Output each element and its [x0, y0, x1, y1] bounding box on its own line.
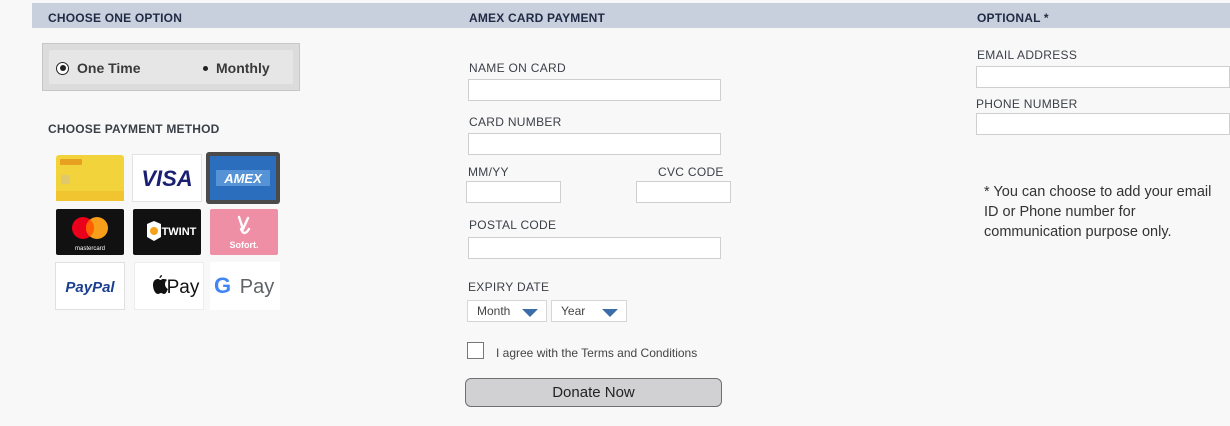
payment-option-visa[interactable]: VISA: [132, 154, 202, 202]
donate-now-button[interactable]: Donate Now: [465, 378, 722, 407]
postal-code-input[interactable]: [468, 237, 721, 259]
svg-text:VISA: VISA: [141, 166, 192, 191]
choose-option-heading: CHOOSE ONE OPTION: [48, 11, 183, 25]
visa-icon: VISA: [141, 166, 192, 191]
name-on-card-label: NAME ON CARD: [469, 61, 566, 75]
amex-icon: AMEX: [210, 156, 276, 200]
monthly-label: Monthly: [216, 60, 270, 76]
payment-method-grid: VISA AMEX mastercard TWINT Sofort. PayPa…: [55, 150, 285, 322]
one-time-radio[interactable]: One Time: [56, 60, 141, 76]
terms-checkbox[interactable]: [467, 342, 484, 359]
optional-heading: OPTIONAL *: [977, 11, 1049, 25]
year-select-value: Year: [561, 304, 586, 318]
payment-option-amex[interactable]: AMEX: [206, 152, 280, 204]
optional-note: * You can choose to add your email ID or…: [984, 184, 1212, 240]
svg-text:TWINT: TWINT: [162, 226, 197, 238]
card-number-input[interactable]: [468, 133, 721, 155]
year-select[interactable]: Year: [551, 300, 627, 322]
month-select-value: Month: [477, 304, 511, 318]
expiry-date-label: EXPIRY DATE: [468, 280, 550, 294]
email-input[interactable]: [976, 66, 1230, 88]
svg-text:Sofort.: Sofort.: [230, 240, 259, 250]
payment-option-google-pay[interactable]: G Pay: [210, 262, 280, 310]
sofort-icon: Sofort.: [210, 209, 278, 255]
svg-text:AMEX: AMEX: [223, 171, 263, 186]
phone-label: PHONE NUMBER: [976, 97, 1078, 111]
payment-option-postfinance[interactable]: [55, 154, 125, 202]
cvc-input[interactable]: [636, 181, 731, 203]
svg-text:G: G: [214, 273, 231, 298]
postfinance-card-icon: [56, 155, 124, 201]
radio-bullet-icon: [203, 65, 208, 71]
paypal-icon: PayPal: [65, 279, 115, 296]
apple-pay-icon: Pay: [153, 275, 200, 298]
payment-option-sofort[interactable]: Sofort.: [209, 208, 279, 256]
email-label: EMAIL ADDRESS: [977, 48, 1078, 62]
mmyy-label: MM/YY: [468, 165, 509, 179]
card-number-label: CARD NUMBER: [469, 115, 562, 129]
svg-text:Pay: Pay: [240, 276, 274, 298]
payment-option-apple-pay[interactable]: Pay: [134, 262, 204, 310]
phone-input[interactable]: [976, 113, 1230, 135]
name-on-card-input[interactable]: [468, 79, 721, 101]
cvc-label: CVC CODE: [658, 165, 724, 179]
terms-label: I agree with the Terms and Conditions: [496, 346, 698, 360]
twint-icon: TWINT: [133, 209, 201, 255]
monthly-radio[interactable]: Monthly: [203, 60, 270, 76]
radio-selected-icon: [56, 61, 69, 75]
amex-payment-heading: AMEX CARD PAYMENT: [469, 11, 606, 25]
section-header-bar: [32, 3, 1230, 28]
month-select[interactable]: Month: [467, 300, 547, 322]
postal-code-label: POSTAL CODE: [469, 218, 557, 232]
svg-text:mastercard: mastercard: [75, 246, 105, 252]
one-time-label: One Time: [77, 60, 141, 76]
chevron-down-icon: [522, 309, 538, 317]
payment-method-heading: CHOOSE PAYMENT METHOD: [48, 122, 220, 136]
svg-text:PayPal: PayPal: [65, 279, 115, 296]
chevron-down-icon: [602, 309, 618, 317]
mmyy-input[interactable]: [466, 181, 561, 203]
svg-text:Pay: Pay: [167, 277, 200, 298]
payment-option-paypal[interactable]: PayPal: [55, 262, 125, 310]
google-pay-icon: G Pay: [214, 273, 274, 298]
payment-option-twint[interactable]: TWINT: [132, 208, 202, 256]
mastercard-icon: mastercard: [56, 209, 124, 255]
donation-form: CHOOSE ONE OPTION AMEX CARD PAYMENT OPTI…: [0, 0, 1230, 426]
payment-option-mastercard[interactable]: mastercard: [55, 208, 125, 256]
